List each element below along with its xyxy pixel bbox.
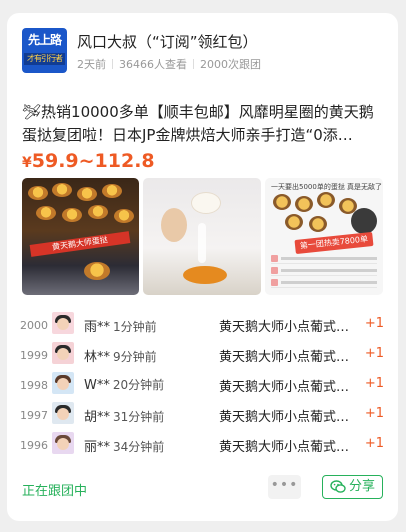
tart-shape [102,184,122,198]
avatar [52,312,74,334]
wechat-icon [330,480,346,493]
egg-shell-shape [191,192,221,214]
person-shape [351,208,377,234]
product-name: 黄天鹅大师小点葡式蛋挞 [219,320,355,335]
buyer-name: 林** 9分钟前 [84,350,157,365]
order-number: 1997 [20,409,48,422]
tart-shape [285,214,303,230]
order-quantity: +1 [364,436,384,451]
avatar [52,342,74,364]
tart-shape [295,196,313,212]
divider [193,59,194,69]
price-range: ¥59.9~112.8 [22,150,155,172]
order-number: 1999 [20,349,48,362]
product-image-screenshot[interactable]: 一天要出5000单的蛋挞 真是无敌了 第一团热卖7800单 [265,178,383,295]
product-name: 黄天鹅大师小点葡式蛋挞 [219,440,355,455]
tart-shape [317,192,335,208]
chat-row [271,254,377,264]
post-title[interactable]: 🛩热销10000多单【顺丰包邮】风靡明星圈的黄天鹅蛋挞复团啦！日本JP金牌烘焙大… [22,101,384,147]
list-item[interactable]: 1996 丽** 34分钟前 黄天鹅大师小点葡式蛋挞 +1 [7,431,398,461]
price-currency: ¥ [22,155,32,171]
buyer-name: 丽** 34分钟前 [84,440,165,455]
tart-shape [309,216,327,232]
list-item[interactable]: 1997 胡** 31分钟前 黄天鹅大师小点葡式蛋挞 +1 [7,401,398,431]
tart-shape [52,183,72,197]
tart-shape [114,209,134,223]
order-quantity: +1 [364,376,384,391]
avatar [52,402,74,424]
buyer-name: 雨** 1分钟前 [84,320,157,335]
avatar-logo-text: 先上路 [27,33,62,47]
card-footer: 正在跟团中 ••• 分享 [22,475,383,501]
list-item[interactable]: 1999 林** 9分钟前 黄天鹅大师小点葡式蛋挞 +1 [7,341,398,371]
tart-shape [77,187,97,201]
share-label: 分享 [348,479,375,494]
buyer-name: W** 20分钟前 [84,378,165,393]
product-image-egg-cracking[interactable] [143,178,261,295]
sales-tag: 第一团热卖7800单 [294,231,374,255]
order-number: 2000 [20,319,48,332]
image-banner: 黄天鹅大师蛋挞 [29,231,131,257]
tart-shape [84,262,110,280]
image-header-text: 一天要出5000单的蛋挞 真是无敌了 [271,183,383,191]
hand-shape [161,208,187,242]
buyer-name: 胡** 31分钟前 [84,410,165,425]
share-button[interactable]: 分享 [322,475,383,499]
avatar-logo-subtext: 才有引行者 [24,53,65,65]
tart-shape [36,206,56,220]
order-quantity: +1 [364,406,384,421]
divider [112,59,113,69]
post-time: 2天前 [77,58,106,71]
chat-row [271,266,377,276]
order-quantity: +1 [364,316,384,331]
egg-yolk-shape [183,266,227,284]
follow-status[interactable]: 正在跟团中 [22,480,87,499]
order-quantity: +1 [364,346,384,361]
follow-count: 2000次跟团 [200,58,261,71]
list-item[interactable]: 1998 W** 20分钟前 黄天鹅大师小点葡式蛋挞 +1 [7,371,398,401]
avatar [52,432,74,454]
product-name: 黄天鹅大师小点葡式蛋挞 [219,350,355,365]
avatar [52,372,74,394]
tart-shape [62,208,82,222]
product-images: 黄天鹅大师蛋挞 一天要出5000单的蛋挞 真是无敌了 第一团热卖7800单 [22,178,383,295]
tart-shape [88,205,108,219]
price-value: 59.9~112.8 [31,150,155,172]
product-image-tarts-tray[interactable]: 黄天鹅大师蛋挞 [22,178,139,295]
author-name[interactable]: 风口大叔（“订阅”领红包） [77,31,258,52]
chat-row [271,278,377,288]
author-avatar[interactable]: 先上路 才有引行者 [22,28,67,73]
product-name: 黄天鹅大师小点葡式蛋挞 [219,380,355,395]
more-button[interactable]: ••• [268,475,301,499]
order-number: 1998 [20,379,48,392]
post-meta: 2天前 36466人查看 2000次跟团 [77,56,261,72]
egg-white-shape [198,223,206,263]
post-header: 先上路 才有引行者 风口大叔（“订阅”领红包） 2天前 36466人查看 200… [22,28,383,78]
view-count: 36466人查看 [119,58,187,71]
tart-shape [273,194,291,210]
group-buy-card[interactable]: 先上路 才有引行者 风口大叔（“订阅”领红包） 2天前 36466人查看 200… [7,13,398,521]
product-name: 黄天鹅大师小点葡式蛋挞 [219,410,355,425]
order-number: 1996 [20,439,48,452]
tart-shape [28,186,48,200]
list-item[interactable]: 2000 雨** 1分钟前 黄天鹅大师小点葡式蛋挞 +1 [7,311,398,341]
